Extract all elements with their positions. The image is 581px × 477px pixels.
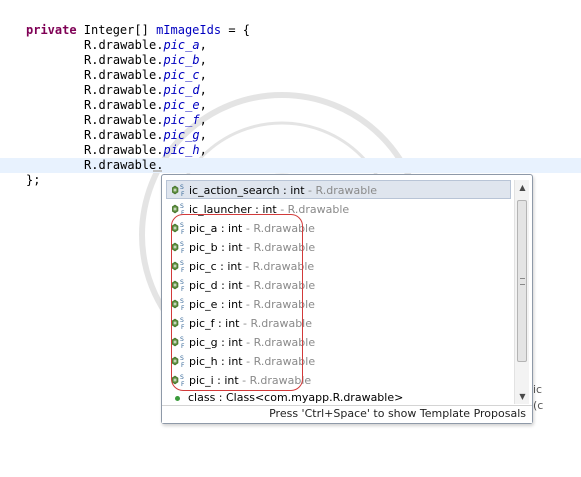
class-dot-icon bbox=[175, 396, 180, 401]
svg-text:S: S bbox=[180, 260, 184, 267]
keyword: private bbox=[26, 23, 77, 37]
code-line: R.drawable.pic_a, bbox=[84, 38, 207, 52]
proposal-label: pic_i : int - R.drawable bbox=[189, 374, 312, 387]
code-line: R.drawable.pic_b, bbox=[84, 53, 207, 67]
svg-text:S: S bbox=[180, 222, 184, 229]
svg-text:F: F bbox=[181, 324, 185, 331]
svg-text:S: S bbox=[180, 203, 184, 210]
svg-text:F: F bbox=[181, 267, 185, 274]
hidden-editor-text: (c bbox=[533, 399, 544, 412]
static-field-icon: SF bbox=[171, 335, 186, 350]
svg-text:F: F bbox=[181, 210, 185, 217]
code-line: R.drawable.pic_d, bbox=[84, 83, 207, 97]
svg-text:F: F bbox=[181, 248, 185, 255]
proposal-label: pic_b : int - R.drawable bbox=[189, 241, 316, 254]
proposal-label: ic_launcher : int - R.drawable bbox=[189, 203, 350, 216]
code-line: private Integer[] mImageIds = { bbox=[26, 23, 250, 37]
svg-text:S: S bbox=[180, 241, 184, 248]
current-code-line[interactable]: R.drawable. bbox=[0, 158, 581, 173]
proposal-label: pic_c : int - R.drawable bbox=[189, 260, 315, 273]
svg-text:S: S bbox=[180, 336, 184, 343]
proposal-scrollbar[interactable]: ▲ ▼ bbox=[514, 180, 529, 404]
drawable-reference: pic_f bbox=[163, 113, 200, 127]
code-line: R.drawable.pic_g, bbox=[84, 128, 207, 142]
completion-cursor bbox=[153, 170, 162, 172]
drawable-reference: pic_g bbox=[163, 128, 200, 142]
static-field-icon: SF bbox=[171, 221, 186, 236]
grip-icon bbox=[520, 278, 525, 285]
svg-text:F: F bbox=[181, 305, 185, 312]
scrollbar-thumb[interactable] bbox=[517, 200, 527, 362]
svg-text:S: S bbox=[180, 355, 184, 362]
static-field-icon: SF bbox=[171, 259, 186, 274]
svg-text:F: F bbox=[181, 286, 185, 293]
svg-text:S: S bbox=[180, 317, 184, 324]
proposal-label: pic_a : int - R.drawable bbox=[189, 222, 315, 235]
scroll-up-arrow-icon[interactable]: ▲ bbox=[515, 180, 530, 195]
proposal-item[interactable]: S Fpic_a : int - R.drawable bbox=[166, 218, 511, 237]
proposal-label: ic_action_search : int - R.drawable bbox=[189, 184, 378, 197]
static-field-icon: SF bbox=[171, 183, 186, 198]
svg-text:S: S bbox=[180, 184, 184, 191]
svg-text:S: S bbox=[180, 279, 184, 286]
proposal-item[interactable]: S Fpic_b : int - R.drawable bbox=[166, 237, 511, 256]
svg-text:F: F bbox=[181, 229, 185, 236]
svg-text:F: F bbox=[181, 381, 185, 388]
proposal-item[interactable]: S Fic_action_search : int - R.drawable bbox=[166, 180, 511, 199]
drawable-reference: pic_d bbox=[163, 83, 200, 97]
code-line: R.drawable.pic_c, bbox=[84, 68, 207, 82]
static-field-icon: SF bbox=[171, 297, 186, 312]
drawable-reference: pic_h bbox=[163, 143, 200, 157]
static-field-icon: SF bbox=[171, 316, 186, 331]
code-line: R.drawable.pic_f, bbox=[84, 113, 207, 127]
assist-status-bar: Press 'Ctrl+Space' to show Template Prop… bbox=[162, 405, 532, 423]
proposal-item[interactable]: S Fpic_e : int - R.drawable bbox=[166, 294, 511, 313]
proposal-label: pic_e : int - R.drawable bbox=[189, 298, 315, 311]
drawable-reference: pic_b bbox=[163, 53, 200, 67]
code-line: R.drawable.pic_h, bbox=[84, 143, 207, 157]
svg-text:S: S bbox=[180, 374, 184, 381]
code-line: R.drawable.pic_e, bbox=[84, 98, 207, 112]
drawable-reference: pic_c bbox=[163, 68, 200, 82]
hidden-editor-text: ic bbox=[533, 383, 543, 396]
content-assist-popup[interactable]: S Fic_action_search : int - R.drawable S Fi… bbox=[161, 174, 533, 424]
svg-text:F: F bbox=[181, 191, 185, 198]
svg-text:F: F bbox=[181, 362, 185, 369]
drawable-reference: pic_a bbox=[163, 38, 200, 52]
proposal-item[interactable]: S Fic_launcher : int - R.drawable bbox=[166, 199, 511, 218]
static-field-icon: SF bbox=[171, 278, 186, 293]
proposal-label: pic_g : int - R.drawable bbox=[189, 336, 316, 349]
proposal-item[interactable]: S Fpic_c : int - R.drawable bbox=[166, 256, 511, 275]
drawable-reference: pic_e bbox=[163, 98, 200, 112]
static-field-icon: SF bbox=[171, 373, 186, 388]
proposal-list[interactable]: S Fic_action_search : int - R.drawable S Fi… bbox=[166, 180, 511, 404]
svg-text:F: F bbox=[181, 343, 185, 350]
status-text: Press 'Ctrl+Space' to show Template Prop… bbox=[269, 407, 526, 420]
proposal-label: pic_d : int - R.drawable bbox=[189, 279, 316, 292]
field-name: mImageIds bbox=[156, 23, 222, 37]
svg-text:S: S bbox=[180, 298, 184, 305]
static-field-icon: SF bbox=[171, 354, 186, 369]
proposal-class[interactable]: class : Class<com.myapp.R.drawable> bbox=[166, 391, 511, 405]
static-field-icon: SF bbox=[171, 240, 186, 255]
static-field-icon: SF bbox=[171, 202, 186, 217]
proposal-item[interactable]: S Fpic_f : int - R.drawable bbox=[166, 313, 511, 332]
proposal-item[interactable]: S Fpic_i : int - R.drawable bbox=[166, 370, 511, 389]
proposal-label: pic_h : int - R.drawable bbox=[189, 355, 316, 368]
proposal-label: pic_f : int - R.drawable bbox=[189, 317, 312, 330]
proposal-item[interactable]: S Fpic_g : int - R.drawable bbox=[166, 332, 511, 351]
proposal-item[interactable]: S Fpic_d : int - R.drawable bbox=[166, 275, 511, 294]
scroll-down-arrow-icon[interactable]: ▼ bbox=[515, 389, 530, 404]
proposal-item[interactable]: S Fpic_h : int - R.drawable bbox=[166, 351, 511, 370]
